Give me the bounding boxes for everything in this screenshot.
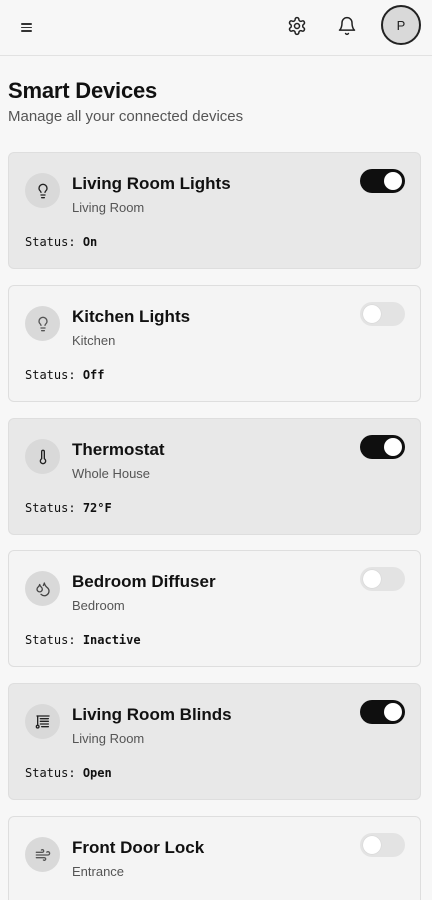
toggle-knob [384,438,402,456]
thermometer-icon [25,439,60,474]
status-value: Off [82,368,105,382]
status-label: Status: [25,633,76,647]
toggle-knob [384,172,402,190]
device-card-bedroom-diffuser: Bedroom Diffuser Bedroom Status: Inactiv… [8,550,421,667]
status-label: Status: [25,235,76,249]
device-room: Living Room [72,731,145,746]
device-room: Whole House [72,466,151,481]
device-status: Status: 72°F [25,501,112,515]
device-toggle[interactable] [360,302,405,326]
hamburger-menu-icon[interactable] [20,20,36,34]
toggle-knob [363,570,381,588]
device-card-living-room-lights: Living Room Lights Living Room Status: O… [8,152,421,269]
status-value: Inactive [82,633,141,647]
device-toggle[interactable] [360,567,405,591]
device-room: Entrance [72,864,125,879]
droplets-icon [25,571,60,606]
device-room: Living Room [72,200,145,215]
status-value: Open [82,766,112,780]
device-toggle[interactable] [360,169,405,193]
status-value: On [82,235,98,249]
device-name: Bedroom Diffuser [72,572,216,591]
device-name: Living Room Blinds [72,705,232,724]
avatar-initial: P [396,17,406,33]
page-subtitle: Manage all your connected devices [8,108,244,125]
device-name: Living Room Lights [72,174,231,193]
device-name: Front Door Lock [72,838,205,857]
toggle-knob [363,836,381,854]
device-name: Kitchen Lights [72,307,191,326]
device-status: Status: On [25,235,97,249]
lightbulb-icon [25,306,60,341]
blinds-icon [25,704,60,739]
device-card-living-room-blinds: Living Room Blinds Living Room Status: O… [8,683,421,800]
device-card-front-door-lock: Front Door Lock Entrance [8,816,421,900]
status-value: 72°F [82,501,112,515]
device-toggle[interactable] [360,435,405,459]
device-card-kitchen-lights: Kitchen Lights Kitchen Status: Off [8,285,421,402]
top-app-bar: P [0,0,432,56]
toggle-knob [384,703,402,721]
device-toggle[interactable] [360,833,405,857]
device-toggle[interactable] [360,700,405,724]
device-room: Kitchen [72,333,116,348]
page-title: Smart Devices [8,78,158,103]
avatar[interactable]: P [381,5,421,45]
device-room: Bedroom [72,598,125,613]
bell-icon[interactable] [335,14,359,38]
toggle-knob [363,305,381,323]
device-name: Thermostat [72,440,165,459]
wind-icon [25,837,60,872]
gear-icon[interactable] [285,14,309,38]
status-label: Status: [25,368,76,382]
device-status: Status: Inactive [25,633,141,647]
device-status: Status: Off [25,368,105,382]
device-status: Status: Open [25,766,112,780]
status-label: Status: [25,501,76,515]
lightbulb-icon [25,173,60,208]
status-label: Status: [25,766,76,780]
device-card-thermostat: Thermostat Whole House Status: 72°F [8,418,421,535]
